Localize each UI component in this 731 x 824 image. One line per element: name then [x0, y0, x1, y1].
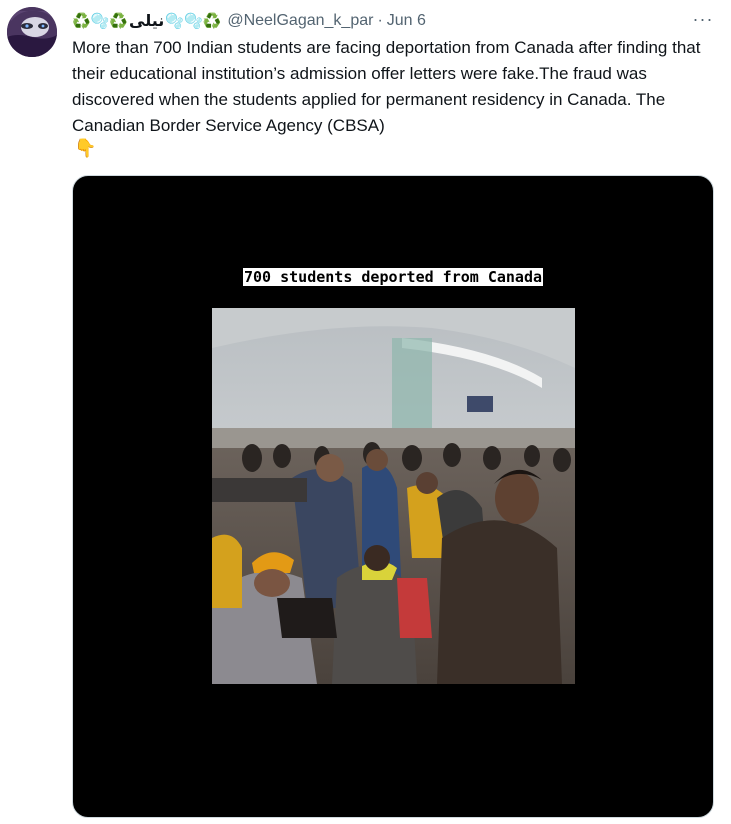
user-handle[interactable]: @NeelGagan_k_par — [227, 12, 373, 30]
video-media[interactable]: 700 students deported from Canada — [72, 175, 714, 818]
tweet-header: ♻️🫧♻️ نیلی 🫧🫧♻️ @NeelGagan_k_par · Jun 6 — [72, 9, 721, 33]
avatar-image — [7, 7, 57, 57]
tweet-date[interactable]: Jun 6 — [387, 12, 426, 30]
separator-dot: · — [377, 12, 383, 29]
video-frame — [212, 308, 575, 684]
display-name-emoji-right: 🫧🫧♻️ — [165, 13, 222, 30]
pointing-down-emoji: 👇 — [74, 138, 97, 158]
more-options-icon[interactable]: ··· — [692, 8, 714, 30]
display-name-emoji-left: ♻️🫧♻️ — [72, 13, 129, 30]
tweet: ♻️🫧♻️ نیلی 🫧🫧♻️ @NeelGagan_k_par · Jun 6… — [0, 0, 731, 824]
tweet-body: More than 700 Indian students are facing… — [72, 38, 701, 135]
avatar[interactable] — [7, 7, 57, 57]
display-name-text: نیلی — [129, 13, 165, 30]
tweet-text: More than 700 Indian students are facing… — [72, 35, 712, 139]
display-name[interactable]: ♻️🫧♻️ نیلی 🫧🫧♻️ — [72, 11, 221, 31]
video-caption-text: 700 students deported from Canada — [242, 268, 543, 286]
video-caption: 700 students deported from Canada — [73, 267, 713, 287]
airport-crowd-image — [212, 308, 575, 684]
